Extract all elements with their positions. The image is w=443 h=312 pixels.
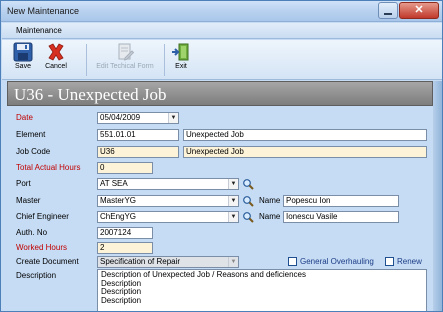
total-actual-hours-label: Total Actual Hours <box>16 163 81 172</box>
job-code-field[interactable]: U36 <box>97 146 179 158</box>
element-label: Element <box>16 130 46 139</box>
magnifier-icon[interactable] <box>242 195 254 207</box>
create-document-select[interactable]: Specification of Repair ▼ <box>97 256 239 268</box>
auth-no-value: 2007124 <box>100 228 132 237</box>
renew-checkbox[interactable] <box>385 257 394 266</box>
chevron-down-icon[interactable]: ▼ <box>228 212 238 222</box>
element-code-value: 551.01.01 <box>100 130 136 139</box>
master-select[interactable]: MasterYG ▼ <box>97 195 239 207</box>
description-line: Description <box>101 295 142 305</box>
cancel-button[interactable]: Cancel <box>41 42 71 78</box>
document-edit-icon <box>118 43 135 61</box>
exit-button[interactable]: Exit <box>168 42 194 78</box>
create-document-value: Specification of Repair <box>100 257 181 266</box>
element-code-field[interactable]: 551.01.01 <box>97 129 179 141</box>
total-actual-hours-value: 0 <box>100 163 105 172</box>
chief-name-label: Name <box>259 212 281 221</box>
date-value: 05/04/2009 <box>100 113 141 122</box>
total-actual-hours-field[interactable]: 0 <box>97 162 153 174</box>
chevron-down-icon[interactable]: ▼ <box>168 113 178 123</box>
edit-form-label: Edit Techical Form <box>96 63 154 70</box>
chevron-down-icon[interactable]: ▼ <box>228 179 238 189</box>
toolbar-separator <box>86 44 87 76</box>
description-line: Description <box>101 278 142 288</box>
toolbar: Save Cancel Edit Techical Form Exit <box>2 40 442 80</box>
general-overhauling-checkbox[interactable] <box>288 257 297 266</box>
cancel-label: Cancel <box>45 63 67 70</box>
job-title: U36 - Unexpected Job <box>14 85 167 104</box>
port-value: AT SEA <box>100 179 128 188</box>
chief-engineer-select[interactable]: ChEngYG ▼ <box>97 211 239 223</box>
chevron-down-icon[interactable]: ▼ <box>228 196 238 206</box>
chief-engineer-value: ChEngYG <box>100 212 137 221</box>
auth-no-field[interactable]: 2007124 <box>97 227 153 239</box>
auth-no-label: Auth. No <box>16 228 48 237</box>
maintenance-window: New Maintenance ✕ Maintenance Save Cance… <box>0 0 443 312</box>
chief-engineer-label: Chief Engineer <box>16 212 69 221</box>
menu-maintenance[interactable]: Maintenance <box>16 26 62 35</box>
minimize-icon <box>384 12 392 15</box>
master-name-label: Name <box>259 196 281 205</box>
toolbar-separator <box>164 44 165 76</box>
port-select[interactable]: AT SEA ▼ <box>97 178 239 190</box>
element-name-value: Unexpected Job <box>186 130 244 139</box>
master-value: MasterYG <box>100 196 137 205</box>
description-label: Description <box>16 271 57 280</box>
job-code-value: U36 <box>100 147 115 156</box>
save-button[interactable]: Save <box>10 42 36 78</box>
exit-label: Exit <box>175 63 187 70</box>
chevron-down-icon[interactable]: ▼ <box>228 257 238 267</box>
port-label: Port <box>16 179 31 188</box>
job-code-label: Job Code <box>16 147 51 156</box>
close-icon: ✕ <box>414 4 424 16</box>
master-label: Master <box>16 196 41 205</box>
date-label: Date <box>16 113 33 122</box>
worked-hours-value: 2 <box>100 243 105 252</box>
job-name-field[interactable]: Unexpected Job <box>183 146 427 158</box>
description-line: Description <box>101 287 142 296</box>
magnifier-icon[interactable] <box>242 178 254 190</box>
master-name-value: Popescu Ion <box>286 196 331 205</box>
exit-door-icon <box>172 43 189 61</box>
create-document-label: Create Document <box>16 257 79 266</box>
save-label: Save <box>15 63 31 70</box>
master-name-field[interactable]: Popescu Ion <box>283 195 399 207</box>
description-textarea[interactable]: Description of Unexpected Job / Reasons … <box>97 269 427 311</box>
edit-technical-form-button[interactable]: Edit Techical Form <box>90 42 160 78</box>
worked-hours-label: Worked Hours <box>16 243 67 252</box>
job-header-bar: U36 - Unexpected Job <box>7 81 433 106</box>
worked-hours-field[interactable]: 2 <box>97 242 153 254</box>
element-name-field[interactable]: Unexpected Job <box>183 129 427 141</box>
window-title: New Maintenance <box>7 6 80 16</box>
chief-name-field[interactable]: Ionescu Vasile <box>283 211 399 223</box>
window-edge-strip <box>433 81 442 311</box>
description-line: Description of Unexpected Job / Reasons … <box>101 270 307 279</box>
minimize-button[interactable] <box>378 2 398 19</box>
floppy-disk-icon <box>13 42 33 62</box>
title-bar: New Maintenance ✕ <box>1 1 442 22</box>
menu-bar: Maintenance <box>2 23 442 39</box>
chief-name-value: Ionescu Vasile <box>286 212 338 221</box>
magnifier-icon[interactable] <box>242 211 254 223</box>
renew-label: Renew <box>397 257 422 266</box>
red-x-icon <box>48 43 64 61</box>
close-button[interactable]: ✕ <box>399 2 439 19</box>
date-picker[interactable]: 05/04/2009 ▼ <box>97 112 179 124</box>
job-name-value: Unexpected Job <box>186 147 244 156</box>
general-overhauling-label: General Overhauling <box>300 257 374 266</box>
